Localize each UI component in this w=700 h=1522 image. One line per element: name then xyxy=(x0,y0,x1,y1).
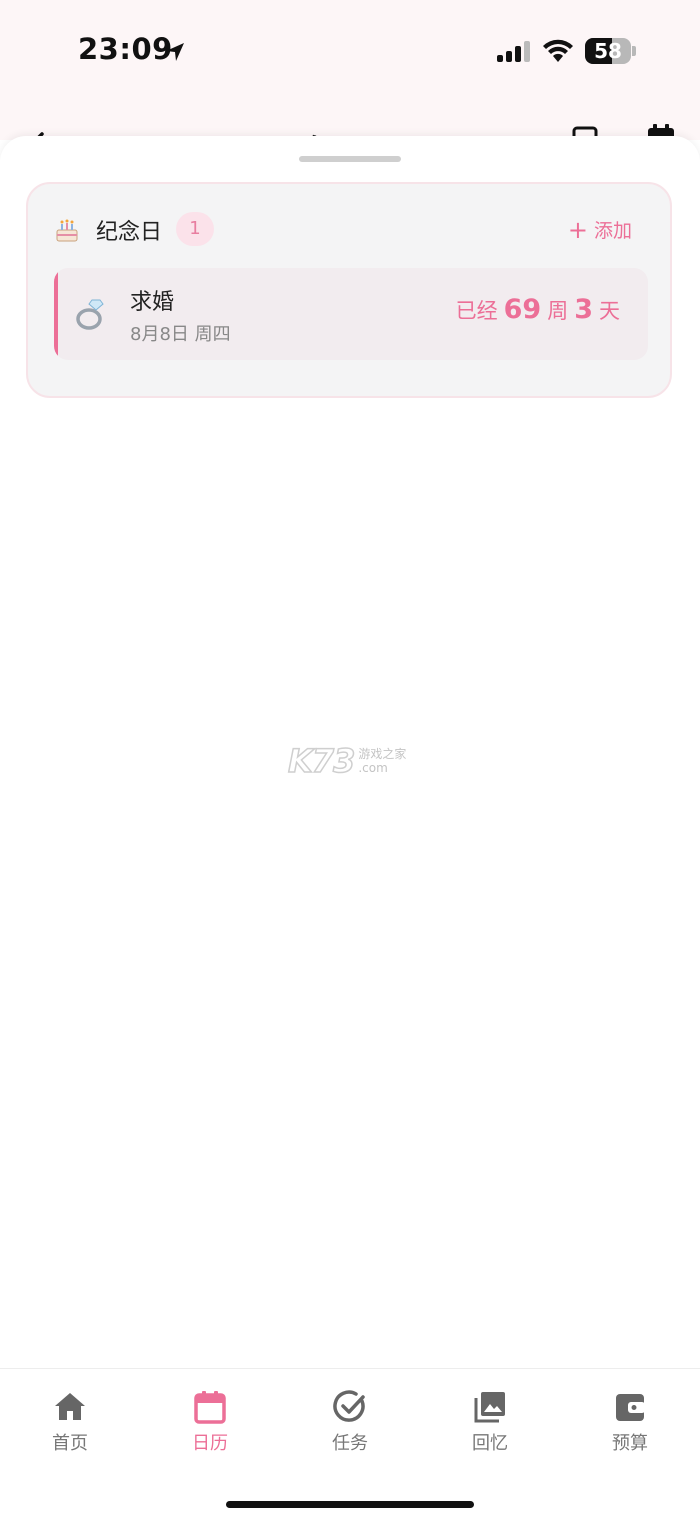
status-bar: 23:09 58 2025年12月10日 xyxy=(0,0,700,150)
calendar-icon xyxy=(194,1391,226,1424)
tab-calendar-label: 日历 xyxy=(192,1433,228,1454)
tab-budget-label: 预算 xyxy=(612,1433,648,1454)
tab-memories[interactable]: 回忆 xyxy=(420,1389,560,1459)
duration-week-unit: 周 xyxy=(547,299,569,323)
cellular-signal-icon xyxy=(497,41,530,62)
battery-level: 58 xyxy=(594,39,622,63)
tab-calendar[interactable]: 日历 xyxy=(140,1389,280,1459)
sheet-drag-handle[interactable] xyxy=(299,156,401,162)
plus-icon: + xyxy=(567,215,588,244)
watermark-domain: .com xyxy=(358,761,388,775)
duration-day-unit: 天 xyxy=(599,299,620,323)
photo-album-icon xyxy=(474,1392,505,1423)
tab-home[interactable]: 首页 xyxy=(0,1389,140,1459)
anniversary-title: 纪念日 xyxy=(96,220,163,245)
duration-days: 3 xyxy=(574,294,593,325)
status-time: 23:09 xyxy=(78,32,173,66)
anniversary-item-name: 求婚 xyxy=(130,290,175,315)
watermark-logo: K73 游戏之家 .com xyxy=(287,741,406,781)
tab-bar: 首页 日历 任务 回忆 预算 xyxy=(0,1368,700,1522)
check-circle-icon xyxy=(333,1390,365,1422)
battery-icon: 58 xyxy=(585,38,631,64)
anniversary-item-date: 8月8日 周四 xyxy=(130,324,231,345)
battery-cap xyxy=(632,46,636,56)
tab-budget[interactable]: 预算 xyxy=(560,1389,700,1459)
wifi-icon xyxy=(543,39,573,62)
item-accent-bar xyxy=(54,268,58,360)
add-label: 添加 xyxy=(593,220,632,242)
tab-memories-label: 回忆 xyxy=(472,1433,508,1454)
watermark-brand: K73 xyxy=(287,741,356,781)
anniversary-item[interactable]: 求婚 8月8日 周四 已经 69 周 3 天 xyxy=(54,268,648,360)
home-icon xyxy=(55,1393,85,1420)
tab-home-label: 首页 xyxy=(52,1433,88,1454)
ring-icon xyxy=(76,299,104,330)
tab-tasks[interactable]: 任务 xyxy=(280,1389,420,1459)
anniversary-card: 纪念日 1 + 添加 求婚 8月8日 周四 已经 69 周 3 天 xyxy=(26,182,672,398)
anniversary-duration: 已经 69 周 3 天 xyxy=(456,294,620,325)
home-indicator xyxy=(226,1501,474,1508)
watermark-tagline: 游戏之家 xyxy=(358,747,407,761)
add-anniversary-button[interactable]: + 添加 xyxy=(568,216,632,243)
location-arrow-icon xyxy=(166,43,184,61)
anniversary-count-badge: 1 xyxy=(176,212,214,246)
wallet-icon xyxy=(616,1394,645,1421)
watermark-side: 游戏之家 .com xyxy=(358,747,406,775)
duration-weeks: 69 xyxy=(503,294,542,325)
tab-tasks-label: 任务 xyxy=(332,1433,368,1454)
duration-prefix: 已经 xyxy=(455,299,498,323)
birthday-cake-icon xyxy=(56,219,78,242)
